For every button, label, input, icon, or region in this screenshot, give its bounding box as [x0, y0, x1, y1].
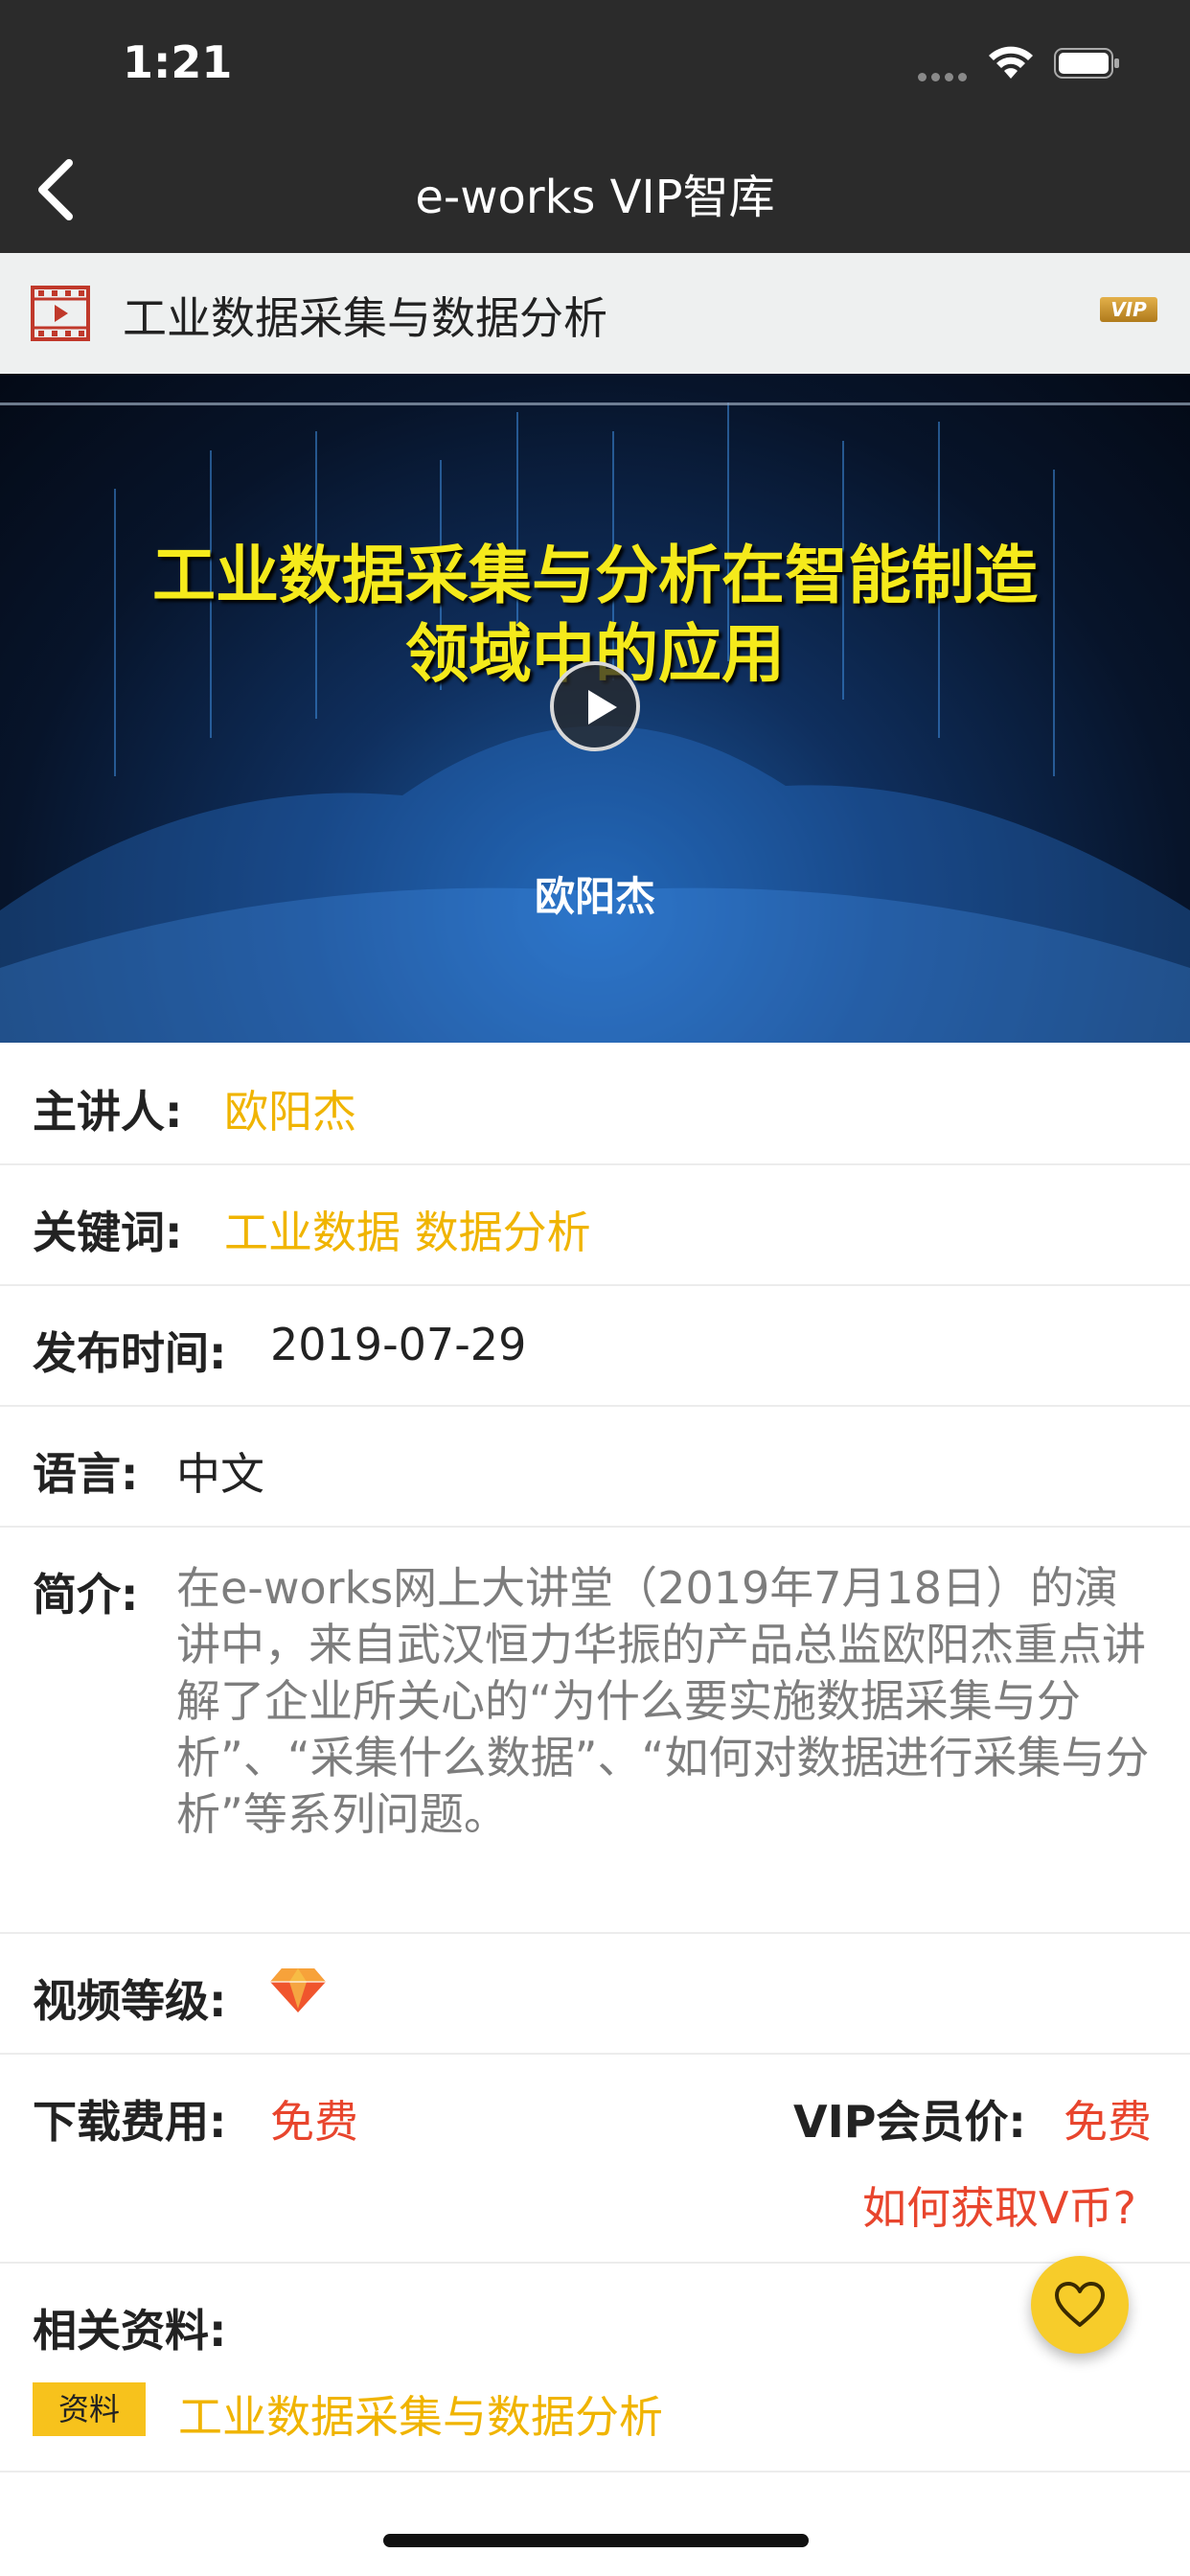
date-row: 发布时间: 2019-07-29	[0, 1284, 1190, 1407]
keywords-value[interactable]: 工业数据 数据分析	[224, 1198, 591, 1261]
course-title: 工业数据采集与数据分析	[123, 292, 607, 344]
speaker-value[interactable]: 欧阳杰	[224, 1077, 356, 1140]
speaker-label: 主讲人:	[33, 1086, 183, 1138]
video-headline-line1: 工业数据采集与分析在智能制造	[152, 539, 1038, 612]
level-row: 视频等级:	[0, 1932, 1190, 2055]
course-title-bar: 工业数据采集与数据分析	[0, 253, 1190, 375]
related-label: 相关资料:	[33, 2305, 227, 2357]
top-bar: 1:21 e-works VIP智库	[0, 0, 1190, 253]
related-item-link[interactable]: 工业数据采集与数据分析	[178, 2382, 663, 2446]
vip-price-value: 免费	[1064, 2096, 1152, 2148]
level-label: 视频等级:	[33, 1975, 227, 2027]
intro-text: 在e-works网上大讲堂（2019年7月18日）的演讲中，来自武汉恒力华振的产…	[176, 1562, 1150, 1840]
language-value: 中文	[176, 1448, 264, 1500]
video-speaker: 欧阳杰	[534, 873, 655, 920]
heart-icon	[1055, 2282, 1105, 2327]
date-value: 2019-07-29	[270, 1319, 527, 1370]
speaker-row: 主讲人: 欧阳杰	[0, 1043, 1190, 1165]
keywords-row: 关键词: 工业数据 数据分析	[0, 1163, 1190, 1286]
favorite-button[interactable]	[1031, 2256, 1129, 2354]
video-film-icon	[31, 286, 90, 341]
intro-label: 简介:	[33, 1569, 139, 1621]
nav-title: e-works VIP智库	[415, 171, 775, 224]
video-player[interactable]: 工业数据采集与分析在智能制造 领域中的应用 欧阳杰	[0, 374, 1190, 1043]
battery-icon	[1054, 48, 1119, 79]
home-indicator	[383, 2534, 809, 2547]
date-label: 发布时间:	[33, 1327, 227, 1379]
status-time: 1:21	[123, 36, 233, 88]
download-fee-label: 下载费用:	[33, 2096, 227, 2148]
related-row: 相关资料: 工业数据采集与数据分析	[0, 2262, 1190, 2472]
language-row: 语言: 中文	[0, 1405, 1190, 1528]
diamond-icon	[270, 1968, 326, 2012]
vcoin-help-link[interactable]: 如何获取V币?	[862, 2174, 1136, 2237]
wifi-icon	[989, 46, 1033, 79]
vip-price-label: VIP会员价:	[793, 2096, 1026, 2148]
download-fee-value: 免费	[270, 2096, 358, 2148]
related-tag: 资料	[33, 2382, 146, 2436]
video-top-line	[0, 402, 1190, 405]
language-label: 语言:	[33, 1448, 139, 1500]
pricing-row: 下载费用: 免费 VIP会员价: 免费 如何获取V币?	[0, 2053, 1190, 2264]
play-button[interactable]	[550, 661, 640, 751]
signal-icon	[918, 67, 972, 85]
vip-badge: VIP	[1100, 297, 1157, 322]
keywords-label: 关键词:	[33, 1207, 183, 1258]
